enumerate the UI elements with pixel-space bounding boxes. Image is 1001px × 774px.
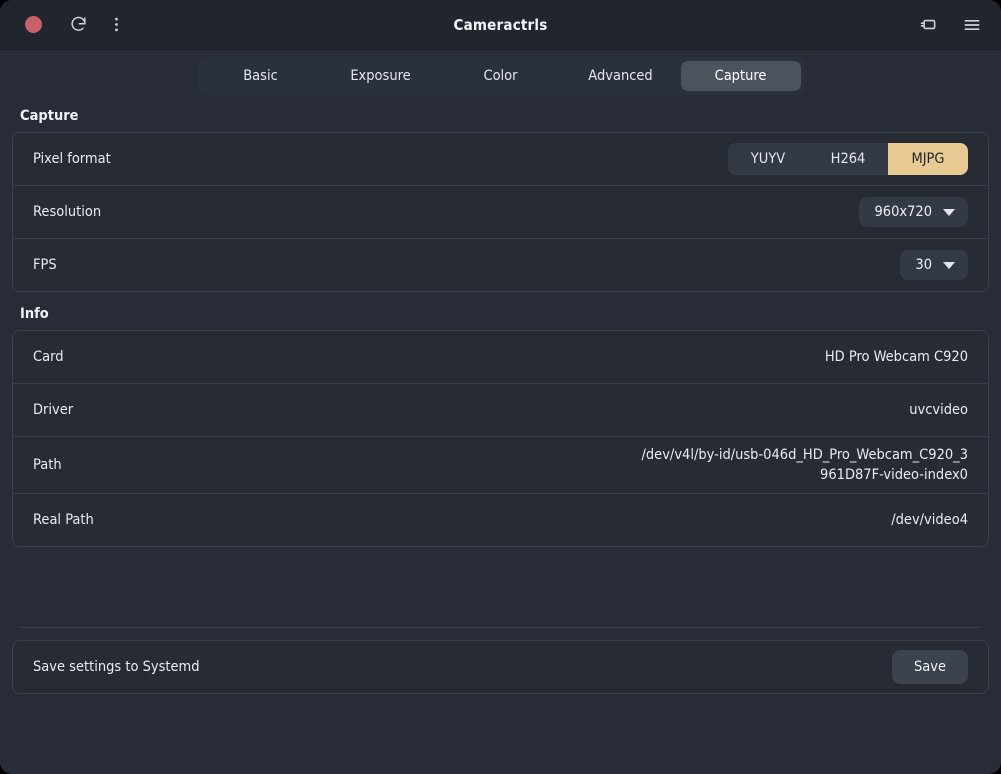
refresh-button[interactable]	[63, 10, 93, 40]
pixel-format-label: Pixel format	[33, 151, 111, 167]
page-title: Cameractrls	[453, 15, 548, 34]
main-menu-button[interactable]	[957, 10, 987, 40]
capture-section-title: Capture	[20, 108, 79, 124]
title-bar-left-controls	[14, 10, 131, 40]
info-list: Card HD Pro Webcam C920 Driver uvcvideo …	[12, 330, 989, 547]
row-fps: FPS 30	[13, 239, 988, 291]
row-save-settings: Save settings to Systemd Save	[13, 641, 988, 693]
driver-value: uvcvideo	[909, 402, 968, 418]
card-value: HD Pro Webcam C920	[824, 349, 968, 365]
pixel-format-option-h264-label: H264	[830, 151, 866, 167]
tab-capture[interactable]: Capture	[680, 61, 801, 91]
pixel-format-option-mjpg[interactable]: MJPG	[888, 143, 968, 175]
save-settings-label: Save settings to Systemd	[33, 659, 200, 675]
fps-value: 30	[915, 257, 932, 273]
tab-advanced[interactable]: Advanced	[561, 61, 681, 91]
resolution-label: Resolution	[33, 204, 102, 220]
tab-bar: Basic Exposure Color Advanced Capture	[196, 57, 805, 95]
real-path-value: /dev/video4	[891, 512, 968, 528]
card-label: Card	[33, 349, 64, 365]
app-window: Cameractrls Basic Exposure Color Advance…	[0, 0, 1001, 774]
tab-bar-container: Basic Exposure Color Advanced Capture	[0, 50, 1001, 102]
refresh-icon	[69, 15, 88, 34]
row-card: Card HD Pro Webcam C920	[13, 331, 988, 384]
title-bar-right-controls	[913, 10, 987, 40]
main-content: Capture Pixel format YUYV H264 MJPG Reso…	[0, 102, 1001, 774]
path-value: /dev/v4l/by-id/usb-046d_HD_Pro_Webcam_C9…	[641, 447, 969, 483]
resolution-dropdown[interactable]: 960x720	[859, 197, 968, 227]
row-real-path: Real Path /dev/video4	[13, 494, 988, 546]
path-label: Path	[33, 457, 62, 473]
pixel-format-option-yuyv-label: YUYV	[750, 151, 786, 167]
footer-list: Save settings to Systemd Save	[12, 640, 989, 694]
fps-label: FPS	[33, 257, 57, 273]
overflow-menu-button[interactable]	[101, 10, 131, 40]
chevron-down-icon	[943, 261, 955, 269]
hamburger-menu-icon	[962, 15, 982, 35]
row-driver: Driver uvcvideo	[13, 384, 988, 437]
resolution-value: 960x720	[874, 204, 932, 220]
chevron-down-icon	[943, 208, 955, 216]
camera-icon	[918, 14, 939, 35]
row-pixel-format: Pixel format YUYV H264 MJPG	[13, 133, 988, 186]
pixel-format-option-mjpg-label: MJPG	[911, 151, 945, 167]
real-path-label: Real Path	[33, 512, 94, 528]
fps-dropdown[interactable]: 30	[900, 250, 968, 280]
pixel-format-segmented-control: YUYV H264 MJPG	[728, 143, 968, 175]
info-section-title: Info	[20, 306, 49, 322]
tab-exposure[interactable]: Exposure	[321, 61, 441, 91]
camera-device-button[interactable]	[913, 10, 943, 40]
tab-basic[interactable]: Basic	[201, 61, 321, 91]
pixel-format-option-yuyv[interactable]: YUYV	[728, 143, 808, 175]
tab-exposure-label: Exposure	[350, 68, 411, 84]
three-dots-vertical-icon	[107, 15, 126, 34]
capture-settings-list: Pixel format YUYV H264 MJPG Resolution 9…	[12, 132, 989, 292]
footer-divider	[20, 627, 981, 628]
tab-basic-label: Basic	[243, 68, 278, 84]
bottom-padding	[12, 694, 989, 774]
close-circle-icon[interactable]	[25, 16, 42, 33]
save-button[interactable]: Save	[891, 650, 968, 684]
tab-advanced-label: Advanced	[588, 68, 653, 84]
row-path: Path /dev/v4l/by-id/usb-046d_HD_Pro_Webc…	[13, 437, 988, 494]
title-bar: Cameractrls	[0, 0, 1001, 50]
tab-capture-label: Capture	[714, 68, 767, 84]
pixel-format-option-h264[interactable]: H264	[808, 143, 888, 175]
row-resolution: Resolution 960x720	[13, 186, 988, 239]
tab-color[interactable]: Color	[441, 61, 561, 91]
tab-color-label: Color	[483, 68, 518, 84]
driver-label: Driver	[33, 402, 74, 418]
